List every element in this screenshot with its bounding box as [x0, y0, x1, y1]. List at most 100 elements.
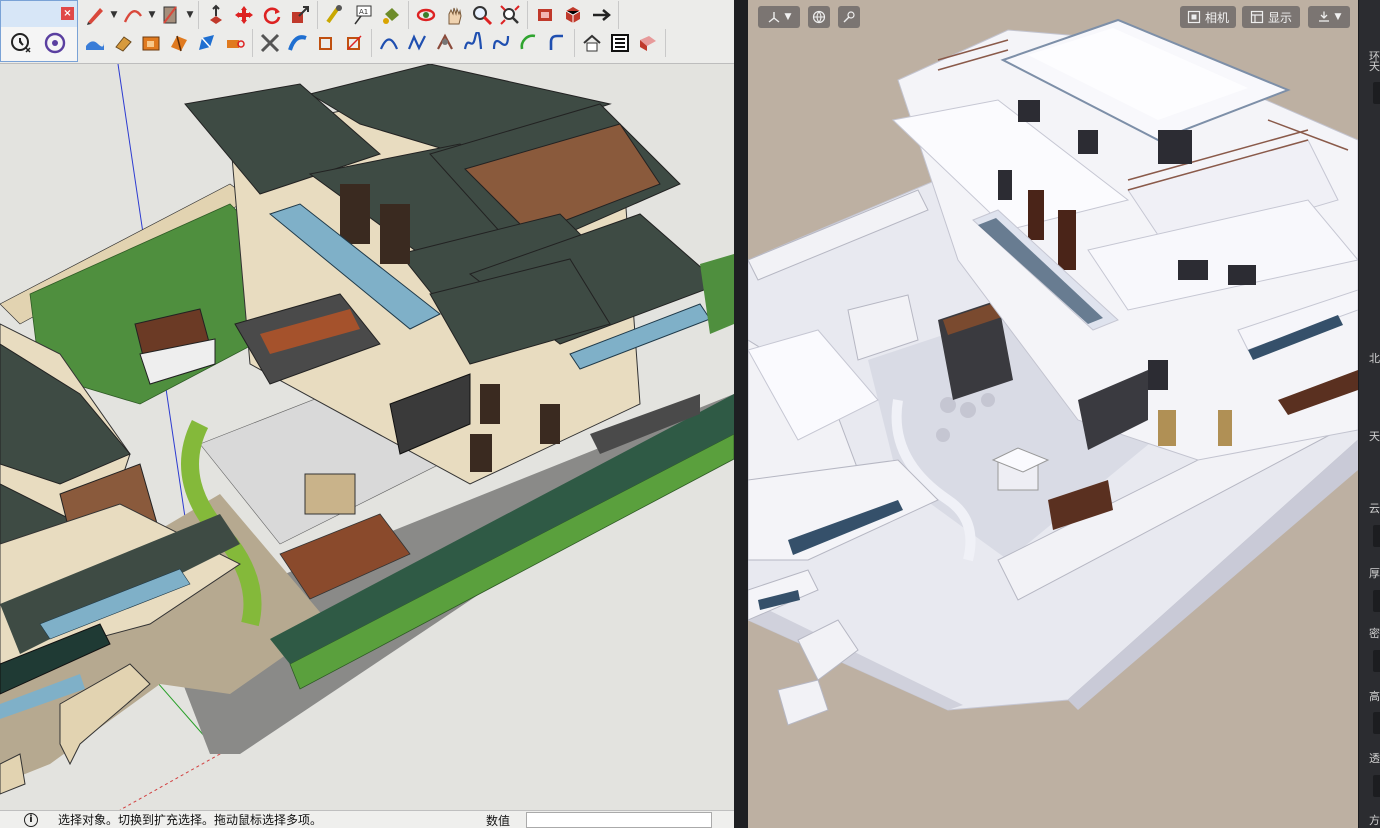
arc-curve-icon[interactable]: [487, 30, 515, 56]
svg-text:A1: A1: [359, 8, 368, 16]
pan-icon[interactable]: [440, 2, 468, 28]
axis-icon: [768, 12, 779, 23]
add-location-icon[interactable]: [9, 31, 33, 55]
thickness-input[interactable]: [1373, 590, 1380, 612]
arc-icon[interactable]: [119, 2, 147, 28]
modify-tools-group: [199, 1, 318, 29]
label-cloud: 云: [1369, 502, 1380, 515]
camera-icon: [1187, 10, 1201, 24]
transparency-input[interactable]: [1373, 775, 1380, 797]
measure-button[interactable]: [838, 6, 860, 28]
sandbox-icon[interactable]: [81, 30, 109, 56]
push-pull-icon[interactable]: [202, 2, 230, 28]
floating-tool-panel: ×: [0, 0, 78, 62]
sketchup-model-viewport[interactable]: [0, 63, 734, 811]
location-pin-icon: [1318, 11, 1329, 22]
status-message: 选择对象。切换到扩充选择。拖动鼠标选择多项。: [58, 813, 323, 827]
3d-text-icon[interactable]: [634, 30, 662, 56]
label-direction: 方: [1369, 814, 1380, 827]
sketchup-window: ▼ ▼ ▼ A1 × i 选择对象。切换到扩充选择。拖动鼠标选择多项。 数值: [0, 0, 734, 828]
render-viewport[interactable]: ▼ 相机 显示 ▼: [748, 0, 1358, 828]
villa-model-scene: [0, 63, 734, 811]
toolbar-row-1: ▼ ▼ ▼ A1: [78, 0, 619, 30]
eraser-icon[interactable]: [109, 30, 137, 56]
extension-tools-group: [528, 1, 619, 29]
draw-tools-group: ▼ ▼ ▼: [78, 1, 199, 29]
settings-icon[interactable]: [43, 31, 67, 55]
label-thickness: 厚: [1369, 567, 1380, 580]
chevron-down-icon: ▼: [784, 12, 792, 22]
label-north: 北: [1369, 352, 1380, 365]
display-button[interactable]: 显示: [1242, 6, 1300, 28]
scale-icon[interactable]: [286, 2, 314, 28]
solid-box-icon[interactable]: [137, 30, 165, 56]
tape-measure-icon[interactable]: [321, 2, 349, 28]
globe-button[interactable]: [808, 6, 830, 28]
extrude-icon[interactable]: [165, 30, 193, 56]
warehouse-icon[interactable]: [578, 30, 606, 56]
sky-select[interactable]: [1373, 82, 1380, 104]
main-toolbar: ▼ ▼ ▼ A1: [0, 0, 734, 64]
tree-icon[interactable]: [431, 30, 459, 56]
panel-heading-weather: 天: [1369, 430, 1380, 443]
box-outline-icon[interactable]: [312, 30, 340, 56]
arrow-right-icon[interactable]: [587, 2, 615, 28]
rectangle-dropdown-icon[interactable]: ▼: [185, 2, 195, 28]
pencil-dropdown-icon[interactable]: ▼: [109, 2, 119, 28]
arc-dropdown-icon[interactable]: ▼: [147, 2, 157, 28]
paint-bucket-icon[interactable]: [377, 2, 405, 28]
height-input[interactable]: [1373, 712, 1380, 734]
rotate-icon[interactable]: [258, 2, 286, 28]
spline-icon[interactable]: [459, 30, 487, 56]
status-bar: i 选择对象。切换到扩充选择。拖动鼠标选择多项。 数值: [0, 810, 734, 828]
diagonal-box-icon[interactable]: [340, 30, 368, 56]
zoom-extents-icon[interactable]: [496, 2, 524, 28]
window-divider[interactable]: [734, 0, 748, 828]
fillet-icon[interactable]: [515, 30, 543, 56]
cloud-input[interactable]: [1373, 525, 1380, 547]
white-model-render-scene: [748, 0, 1358, 828]
label-transparency: 透: [1369, 752, 1380, 765]
orbit-icon[interactable]: [412, 2, 440, 28]
camera-tools-group: [409, 1, 528, 29]
solid-tools-group: [78, 29, 253, 57]
panel-heading-sky: 天: [1369, 60, 1380, 73]
label-density: 密: [1369, 627, 1380, 640]
text-icon[interactable]: A1: [349, 2, 377, 28]
bezier-curve-icon[interactable]: [375, 30, 403, 56]
intersect-icon[interactable]: [221, 30, 249, 56]
display-icon: [1250, 10, 1264, 24]
panel-body: [1, 27, 77, 59]
follow-me-icon[interactable]: [193, 30, 221, 56]
polyline-icon[interactable]: [403, 30, 431, 56]
zoom-icon[interactable]: [468, 2, 496, 28]
panel-titlebar[interactable]: ×: [1, 1, 77, 27]
section-plane-icon[interactable]: [531, 2, 559, 28]
bezier-tools-group: [372, 29, 575, 57]
rectangle-icon[interactable]: [157, 2, 185, 28]
measurements-input[interactable]: [526, 812, 712, 828]
round-corner-icon[interactable]: [543, 30, 571, 56]
view-mode-dropdown[interactable]: ▼: [758, 6, 800, 28]
info-icon[interactable]: i: [24, 812, 38, 827]
cut-icon[interactable]: [256, 30, 284, 56]
bend-icon[interactable]: [284, 30, 312, 56]
close-icon[interactable]: ×: [61, 7, 74, 20]
camera-label: 相机: [1204, 10, 1229, 25]
location-dropdown[interactable]: ▼: [1308, 6, 1350, 28]
measure-pin-icon: [843, 11, 855, 23]
label-height: 高: [1369, 690, 1380, 703]
globe-icon: [812, 10, 826, 24]
measurements-label: 数值: [486, 814, 511, 828]
pencil-icon[interactable]: [81, 2, 109, 28]
camera-button[interactable]: 相机: [1180, 6, 1236, 28]
density-input[interactable]: [1373, 650, 1380, 672]
settings-panel: 环 天 北 天 云 厚 密 高 透 方: [1358, 0, 1380, 828]
chevron-down-icon: ▼: [1334, 12, 1342, 22]
move-icon[interactable]: [230, 2, 258, 28]
construction-tools-group: A1: [318, 1, 409, 29]
toolbar-row-2: [78, 28, 666, 58]
component-icon[interactable]: [559, 2, 587, 28]
grid-icon[interactable]: [606, 30, 634, 56]
misc-tools-group: [575, 29, 666, 57]
